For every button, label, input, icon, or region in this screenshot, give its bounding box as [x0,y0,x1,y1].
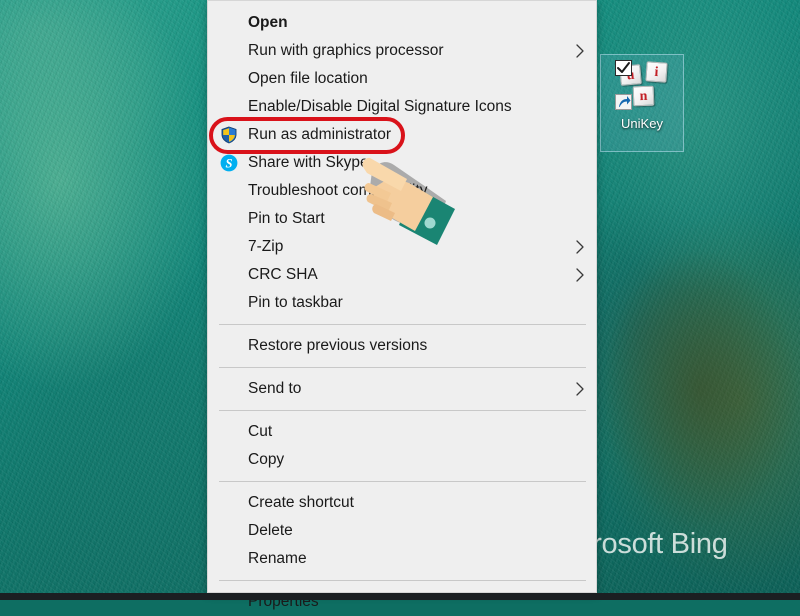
chevron-right-icon [576,382,584,396]
menu-item-rename[interactable]: Rename [208,545,596,573]
shortcut-arrow-icon [615,94,632,110]
wallpaper-shadow-region [600,250,800,580]
menu-item-label: Restore previous versions [248,337,428,355]
menu-item-label: Open [248,14,288,32]
menu-item-share-skype[interactable]: S Share with Skype [208,149,596,177]
unikey-icon-art: u i n [615,60,669,110]
menu-item-restore-prev[interactable]: Restore previous versions [208,332,596,360]
menu-item-run-with-gpu[interactable]: Run with graphics processor [208,37,596,65]
shield-icon [221,126,237,144]
menu-item-label: Open file location [248,70,368,88]
menu-item-7-zip[interactable]: 7-Zip [208,233,596,261]
menu-separator [219,481,586,482]
menu-item-label: Cut [248,423,273,441]
menu-item-label: Share with Skype [248,154,369,172]
menu-item-label: Rename [248,550,307,568]
menu-item-label: Enable/Disable Digital Signature Icons [248,98,512,116]
menu-separator [219,324,586,325]
menu-item-troubleshoot[interactable]: Troubleshoot compatibility [208,177,596,205]
menu-item-digital-sig[interactable]: Enable/Disable Digital Signature Icons [208,93,596,121]
checkmark-icon [615,60,632,76]
menu-item-label: Pin to Start [248,210,325,228]
menu-item-run-as-admin[interactable]: Run as administrator [208,121,596,149]
menu-item-open-file-loc[interactable]: Open file location [208,65,596,93]
context-menu[interactable]: Open Run with graphics processor Open fil… [207,0,597,609]
desktop-icon-label: UniKey [621,116,663,131]
chevron-right-icon [576,268,584,282]
menu-separator [219,410,586,411]
menu-item-label: CRC SHA [248,266,318,284]
menu-item-label: Copy [248,451,285,469]
key-i-glyph: i [645,61,668,83]
key-n-glyph: n [632,85,655,107]
menu-item-pin-to-start[interactable]: Pin to Start [208,205,596,233]
menu-item-create-shortcut[interactable]: Create shortcut [208,489,596,517]
menu-item-label: Delete [248,522,293,540]
menu-item-label: Create shortcut [248,494,354,512]
menu-separator [219,367,586,368]
menu-item-label: Run as administrator [248,126,392,144]
menu-item-label: 7-Zip [248,238,284,256]
menu-item-label: Pin to taskbar [248,294,343,312]
menu-item-label: Troubleshoot compatibility [248,182,428,200]
taskbar[interactable] [0,593,800,600]
menu-item-copy[interactable]: Copy [208,446,596,474]
menu-item-label: Run with graphics processor [248,42,444,60]
chevron-right-icon [576,44,584,58]
desktop-icon-unikey[interactable]: u i n UniKey [600,54,684,152]
svg-text:S: S [226,156,233,170]
menu-separator [219,580,586,581]
menu-item-pin-to-taskbar[interactable]: Pin to taskbar [208,289,596,317]
menu-item-cut[interactable]: Cut [208,418,596,446]
menu-item-delete[interactable]: Delete [208,517,596,545]
chevron-right-icon [576,240,584,254]
menu-item-send-to[interactable]: Send to [208,375,596,403]
skype-icon: S [220,154,238,172]
menu-item-open[interactable]: Open [208,9,596,37]
menu-item-crc-sha[interactable]: CRC SHA [208,261,596,289]
menu-item-label: Send to [248,380,302,398]
